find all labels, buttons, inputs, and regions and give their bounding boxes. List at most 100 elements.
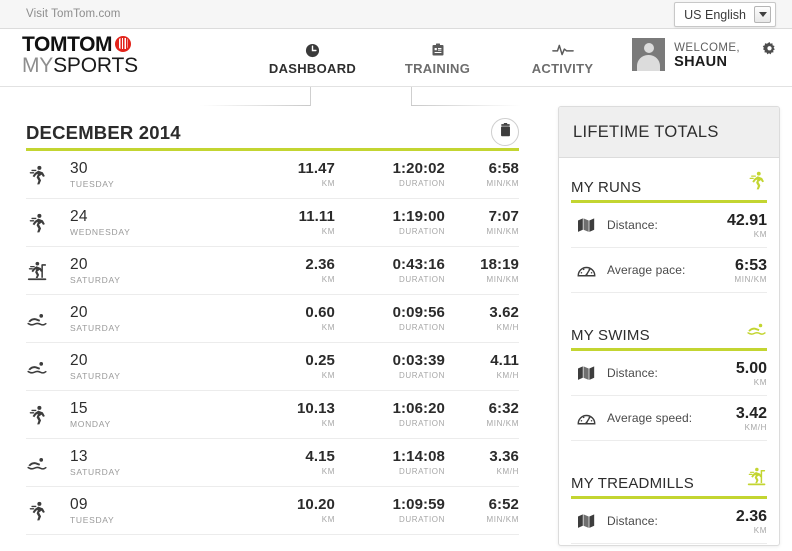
lifetime-totals-title: LIFETIME TOTALS xyxy=(573,122,719,141)
activity-distance-unit: KM xyxy=(321,275,335,284)
totals-row-unit: KM xyxy=(753,229,767,239)
main-nav: DASHBOARD TRAINING ACTIVITY xyxy=(250,29,625,87)
totals-row-label: Average speed: xyxy=(607,411,693,425)
activity-pace-value: 6:58 xyxy=(488,160,519,177)
activity-distance-value: 0.60 xyxy=(305,304,335,321)
activity-pace-value: 3.36 xyxy=(489,448,519,465)
activity-row[interactable]: 15 MONDAY 10.13 KM 1:06:20 DURATION 6:32 MIN/KM xyxy=(26,391,519,439)
totals-group: MY SWIMS Distance: 5.00 KM Average speed: 3.4… xyxy=(559,306,779,454)
activity-duration-unit: DURATION xyxy=(399,515,445,524)
site-header: TOMTOM MYSPORTS DASHBOARD TRAINING ACTIV… xyxy=(0,29,792,87)
map-icon xyxy=(577,513,607,529)
activity-pace-unit: MIN/KM xyxy=(486,275,519,284)
totals-row: Distance: 2.36 KM xyxy=(571,499,767,544)
activity-distance-value: 10.13 xyxy=(296,400,335,417)
activity-pace-value: 7:07 xyxy=(488,208,519,225)
activity-row[interactable]: 09 TUESDAY 10.20 KM 1:09:59 DURATION 6:52 MIN/K… xyxy=(26,487,519,535)
language-select[interactable]: US English xyxy=(674,2,776,27)
totals-row-label: Distance: xyxy=(607,218,658,232)
totals-row-value: 3.42 xyxy=(735,404,767,422)
chevron-down-icon xyxy=(754,6,771,23)
swimming-icon xyxy=(26,452,70,474)
map-icon xyxy=(577,365,607,381)
gear-icon[interactable] xyxy=(761,41,778,63)
totals-row-value: 42.91 xyxy=(726,211,767,229)
activity-day: 15 xyxy=(70,399,88,417)
activity-row[interactable]: 13 SATURDAY 4.15 KM 1:14:08 DURATION 3.36 KM/H xyxy=(26,439,519,487)
activity-distance-unit: KM xyxy=(321,371,335,380)
clock-icon xyxy=(305,40,320,60)
activity-distance: 0.25 KM xyxy=(230,353,335,381)
totals-row-value-wrap: 2.36 KM xyxy=(736,508,767,535)
user-name: SHAUN xyxy=(674,53,728,70)
tab-notch-right xyxy=(411,87,412,106)
user-menu[interactable]: WELCOME, SHAUN xyxy=(632,38,740,71)
activity-row[interactable]: 20 SATURDAY 2.36 KM 0:43:16 DURATION 18:19 MIN/… xyxy=(26,247,519,295)
tab-training[interactable]: TRAINING xyxy=(375,29,500,87)
totals-row-value: 2.36 xyxy=(735,507,767,525)
totals-group: MY TREADMILLS Distance: 2.36KM Average pace… xyxy=(559,454,779,545)
activity-pace: 6:32 MIN/KM xyxy=(445,400,519,429)
activity-row[interactable]: 20 SATURDAY 0.25 KM 0:03:39 DURATION 4.11 KM/H xyxy=(26,343,519,391)
activity-distance-unit: KM xyxy=(321,467,335,476)
activity-pace-value: 6:32 xyxy=(488,400,519,417)
activity-day: 13 xyxy=(70,447,88,465)
lifetime-totals-panel: LIFETIME TOTALS MY RUNS Distance: 42.91 KM A… xyxy=(558,106,780,546)
activity-duration: 1:14:08 DURATION xyxy=(335,448,445,477)
tomtom-mysports-logo[interactable]: TOMTOM MYSPORTS xyxy=(22,34,182,77)
tab-activity-label: ACTIVITY xyxy=(531,61,594,76)
activity-pace: 18:19 MIN/KM xyxy=(445,257,519,285)
activity-distance: 11.11 KM xyxy=(230,209,335,237)
activity-day: 20 xyxy=(70,255,88,273)
treadmill-icon xyxy=(746,466,767,492)
tomtom-mysports-page: Visit TomTom.com US English TOMTOM MYSPO… xyxy=(0,0,792,551)
activity-row[interactable]: 30 TUESDAY 11.47 KM 1:20:02 DURATION 6:58 MIN/K… xyxy=(26,151,519,199)
activity-pace-value: 6:52 xyxy=(488,496,519,513)
activity-distance-value: 10.20 xyxy=(296,496,335,513)
activity-duration-value: 1:20:02 xyxy=(392,160,445,177)
logo-line-mysports: MYSPORTS xyxy=(22,55,182,77)
activity-duration-value: 1:09:59 xyxy=(392,496,445,513)
activity-rows: 30 TUESDAY 11.47 KM 1:20:02 DURATION 6:58 MIN/K… xyxy=(26,151,519,535)
activity-duration-unit: DURATION xyxy=(399,227,445,236)
activity-date: 20 SATURDAY xyxy=(70,352,230,381)
activity-weekday: SATURDAY xyxy=(70,370,121,381)
totals-row-unit: KM/H xyxy=(744,422,767,432)
heartbeat-icon xyxy=(551,40,574,60)
activity-duration-unit: DURATION xyxy=(399,323,445,332)
lifetime-totals-header: LIFETIME TOTALS xyxy=(559,107,779,158)
totals-group-name: MY RUNS xyxy=(571,179,642,196)
activity-duration-unit: DURATION xyxy=(399,371,445,380)
delete-button[interactable] xyxy=(491,118,519,146)
avatar xyxy=(632,38,666,71)
activity-duration-value: 0:43:16 xyxy=(392,256,445,273)
totals-row-value: 5.00 xyxy=(735,359,767,377)
visit-tomtom-link[interactable]: Visit TomTom.com xyxy=(26,8,120,20)
activity-duration-unit: DURATION xyxy=(399,179,445,188)
running-icon xyxy=(26,500,70,522)
activity-distance-value: 2.36 xyxy=(305,256,335,273)
totals-group-header: MY RUNS xyxy=(571,158,767,200)
activity-duration: 1:09:59 DURATION xyxy=(335,496,445,525)
activity-pace: 6:52 MIN/KM xyxy=(445,496,519,525)
running-icon xyxy=(26,212,70,234)
activity-distance: 4.15 KM xyxy=(230,449,335,477)
activity-day: 30 xyxy=(70,159,88,177)
activity-row[interactable]: 20 SATURDAY 0.60 KM 0:09:56 DURATION 3.62 KM/H xyxy=(26,295,519,343)
activity-pace-value: 3.62 xyxy=(489,304,519,321)
activity-distance-unit: KM xyxy=(321,515,335,524)
running-icon xyxy=(26,164,70,186)
activity-distance-unit: KM xyxy=(321,227,335,236)
logo-my-text: MY xyxy=(22,54,54,77)
activity-pace: 7:07 MIN/KM xyxy=(445,208,519,237)
activity-duration-value: 1:19:00 xyxy=(392,208,445,225)
running-icon xyxy=(26,404,70,426)
totals-group-header: MY SWIMS xyxy=(571,306,767,348)
activity-pace-unit: MIN/KM xyxy=(486,227,519,236)
tab-activity[interactable]: ACTIVITY xyxy=(500,29,625,87)
activity-duration-value: 1:14:08 xyxy=(392,448,445,465)
activity-distance: 0.60 KM xyxy=(230,304,335,333)
activity-weekday: TUESDAY xyxy=(70,514,115,525)
activity-row[interactable]: 24 WEDNESDAY 11.11 KM 1:19:00 DURATION 7:07 MIN… xyxy=(26,199,519,247)
tab-dashboard[interactable]: DASHBOARD xyxy=(250,29,375,87)
